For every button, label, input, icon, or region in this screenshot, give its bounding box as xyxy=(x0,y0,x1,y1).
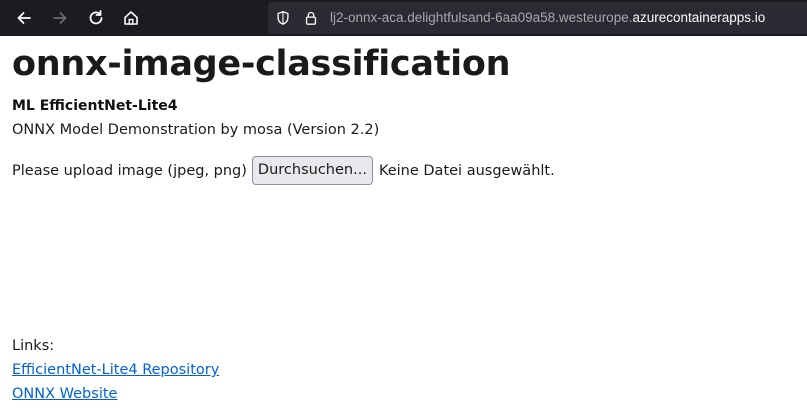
url-text[interactable]: lj2-onnx-aca.delightfulsand-6aa09a58.wes… xyxy=(330,9,800,27)
onnx-website-link[interactable]: ONNX Website xyxy=(12,384,117,404)
browse-button[interactable]: Durchsuchen... xyxy=(251,156,373,185)
forward-arrow-icon[interactable] xyxy=(48,6,72,30)
shield-icon[interactable] xyxy=(274,9,292,27)
page-subtitle: ONNX Model Demonstration by mosa (Versio… xyxy=(12,122,380,138)
efficientnet-repository-link[interactable]: EfficientNet-Lite4 Repository xyxy=(12,360,219,380)
page-title: onnx-image-classification xyxy=(12,44,511,84)
url-domain: azurecontainerapps.io xyxy=(632,10,766,25)
lock-icon[interactable] xyxy=(302,9,320,27)
reload-icon[interactable] xyxy=(84,6,108,30)
links-label: Links: xyxy=(12,338,55,354)
upload-label: Please upload image (jpeg, png) xyxy=(12,162,247,179)
url-bar[interactable]: lj2-onnx-aca.delightfulsand-6aa09a58.wes… xyxy=(268,2,807,34)
model-name: ML EfficientNet-Lite4 xyxy=(12,98,178,114)
url-host: lj2-onnx-aca.delightfulsand-6aa09a58.wes… xyxy=(330,10,633,25)
upload-row: Please upload image (jpeg, png) Durchsuc… xyxy=(12,156,555,185)
back-arrow-icon[interactable] xyxy=(12,6,36,30)
browser-toolbar: lj2-onnx-aca.delightfulsand-6aa09a58.wes… xyxy=(0,0,807,36)
file-status: Keine Datei ausgewählt. xyxy=(378,162,555,179)
home-icon[interactable] xyxy=(119,6,143,30)
